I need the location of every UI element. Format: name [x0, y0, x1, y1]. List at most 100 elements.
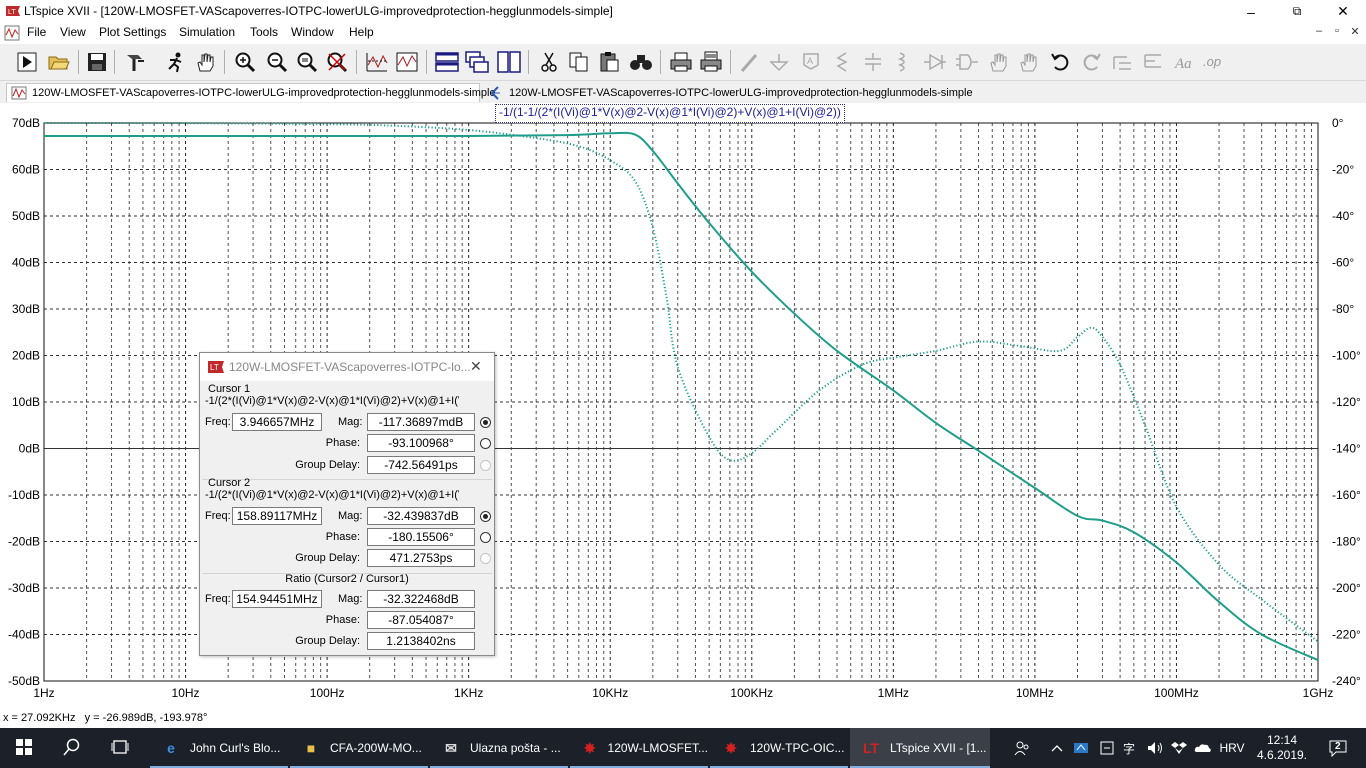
- ratio-phase-field[interactable]: -87.054087°: [367, 611, 475, 629]
- zoom-fit-icon[interactable]: [294, 49, 320, 75]
- zoom-out-icon[interactable]: [264, 49, 290, 75]
- wire-icon[interactable]: [736, 49, 762, 75]
- waveform-doc-icon[interactable]: [4, 25, 20, 41]
- cursor1-mag-radio[interactable]: [480, 417, 491, 428]
- rotate-icon[interactable]: [1110, 49, 1136, 75]
- dropbox-icon[interactable]: [1168, 728, 1190, 768]
- cursor1-freq-field[interactable]: 3.946657MHz: [232, 413, 322, 431]
- cut-icon[interactable]: [536, 49, 562, 75]
- search-button[interactable]: [48, 728, 96, 768]
- cursor-window-title: 120W-LMOSFET-VAScapoverres-IOTPC-lo...: [229, 360, 471, 374]
- taskbar-app-button[interactable]: ✸ 120W-TPC-OIC...: [710, 728, 848, 768]
- ime-icon[interactable]: 字: [1120, 728, 1142, 768]
- taskbar-app-button[interactable]: e John Curl's Blo...: [150, 728, 288, 768]
- start-button[interactable]: [0, 728, 48, 768]
- zoom-in-icon[interactable]: [232, 49, 258, 75]
- print-icon[interactable]: [668, 49, 694, 75]
- x-axis-tick-label: 1GHz: [1303, 686, 1334, 700]
- cursor2-mag-radio[interactable]: [480, 511, 491, 522]
- trace-expression-label[interactable]: -1/(1-1/(2*(I(Vi)@1*V(x)@2-V(x)@1*I(Vi)@…: [495, 104, 845, 123]
- cursor1-mag-field[interactable]: -117.36897mdB: [367, 413, 475, 431]
- redo-icon[interactable]: [1078, 49, 1104, 75]
- menu-window[interactable]: Window: [291, 25, 334, 39]
- close-button[interactable]: ✕: [1320, 0, 1366, 23]
- cursor-readout-window[interactable]: LT 120W-LMOSFET-VAScapoverres-IOTPC-lo..…: [199, 352, 495, 656]
- notifications-button[interactable]: 2: [1318, 728, 1358, 768]
- cursor1-phase-radio[interactable]: [480, 438, 491, 449]
- taskbar-app-button[interactable]: ✸ 120W-LMOSFET...: [570, 728, 708, 768]
- tile-vertical-icon[interactable]: [496, 49, 522, 75]
- minimize-button[interactable]: –: [1228, 0, 1274, 23]
- ratio-freq-field[interactable]: 154.94451MHz: [232, 590, 322, 608]
- label-icon[interactable]: A: [798, 49, 824, 75]
- maximize-button[interactable]: ⧉: [1274, 0, 1320, 23]
- control-panel-icon[interactable]: [122, 49, 148, 75]
- cursor2-mag-field[interactable]: -32.439837dB: [367, 507, 475, 525]
- close-icon[interactable]: ✕: [470, 358, 482, 375]
- cursor2-group-delay-radio[interactable]: [480, 553, 491, 564]
- cursor1-phase-field[interactable]: -93.100968°: [367, 434, 475, 452]
- menu-file[interactable]: File: [27, 25, 46, 39]
- mdi-restore-button[interactable]: ▫: [1328, 25, 1346, 41]
- cursor2-header: Cursor 2: [208, 477, 251, 489]
- cursor2-group-delay-field[interactable]: 471.2753ps: [367, 549, 475, 567]
- cascade-icon[interactable]: [464, 49, 490, 75]
- text-icon[interactable]: Aa: [1172, 49, 1198, 75]
- task-view-icon: [111, 739, 129, 758]
- cursor1-group-delay-radio[interactable]: [480, 460, 491, 471]
- chevron-up-icon[interactable]: [1046, 728, 1068, 768]
- menu-view[interactable]: View: [60, 25, 86, 39]
- menu-simulation[interactable]: Simulation: [179, 25, 235, 39]
- ratio-group-delay-field[interactable]: 1.2138402ns: [367, 632, 475, 650]
- taskbar-app-label: Ulazna pošta - ...: [470, 741, 561, 755]
- undo-icon[interactable]: [1048, 49, 1074, 75]
- onedrive-icon[interactable]: [1192, 728, 1214, 768]
- menu-plot-settings[interactable]: Plot Settings: [99, 25, 166, 39]
- find-icon[interactable]: [628, 49, 654, 75]
- cursor2-phase-radio[interactable]: [480, 532, 491, 543]
- save-icon[interactable]: [84, 49, 110, 75]
- tab-waveform[interactable]: 120W-LMOSFET-VAScapoverres-IOTPC-lowerUL…: [6, 83, 496, 102]
- tile-horizontal-icon[interactable]: [434, 49, 460, 75]
- network-status-icon[interactable]: [1070, 728, 1092, 768]
- volume-icon[interactable]: [1144, 728, 1166, 768]
- copy-icon[interactable]: [566, 49, 592, 75]
- spice-directive-icon[interactable]: .op: [1202, 49, 1228, 75]
- cursor-window-titlebar[interactable]: LT 120W-LMOSFET-VAScapoverres-IOTPC-lo..…: [200, 353, 494, 381]
- mdi-close-button[interactable]: ✕: [1346, 25, 1364, 41]
- cursor2-phase-field[interactable]: -180.15506°: [367, 528, 475, 546]
- diode-icon[interactable]: [922, 49, 948, 75]
- ratio-mag-field[interactable]: -32.322468dB: [367, 590, 475, 608]
- open-icon[interactable]: [46, 49, 72, 75]
- inductor-icon[interactable]: [890, 49, 916, 75]
- ground-icon[interactable]: [766, 49, 792, 75]
- paste-icon[interactable]: [596, 49, 622, 75]
- capacitor-icon[interactable]: [860, 49, 886, 75]
- cursor2-freq-field[interactable]: 158.89117MHz: [232, 507, 322, 525]
- taskbar-app-button[interactable]: LT LTspice XVII - [1...: [850, 728, 990, 768]
- drag-icon[interactable]: [1016, 49, 1042, 75]
- resistor-icon[interactable]: [830, 49, 856, 75]
- waveform-icon[interactable]: [394, 49, 420, 75]
- autorange-icon[interactable]: [364, 49, 390, 75]
- clock[interactable]: 12:14 4.6.2019.: [1252, 728, 1312, 768]
- language-indicator[interactable]: HRV: [1216, 728, 1248, 768]
- mirror-icon[interactable]: [1140, 49, 1166, 75]
- tab-schematic[interactable]: 120W-LMOSFET-VAScapoverres-IOTPC-lowerUL…: [484, 83, 973, 102]
- print-setup-icon[interactable]: [698, 49, 724, 75]
- people-icon[interactable]: [1008, 728, 1036, 768]
- taskbar-app-button[interactable]: ✉ Ulazna pošta - ...: [430, 728, 568, 768]
- menu-tools[interactable]: Tools: [250, 25, 278, 39]
- menu-help[interactable]: Help: [349, 25, 374, 39]
- move-icon[interactable]: [986, 49, 1012, 75]
- halt-icon[interactable]: [162, 49, 188, 75]
- taskbar-app-button[interactable]: ■ CFA-200W-MO...: [290, 728, 428, 768]
- zoom-cancel-icon[interactable]: [324, 49, 350, 75]
- mdi-minimize-button[interactable]: –: [1310, 25, 1328, 41]
- cursor1-group-delay-field[interactable]: -742.56491ps: [367, 456, 475, 474]
- task-view-button[interactable]: [96, 728, 144, 768]
- component-icon[interactable]: [954, 49, 980, 75]
- pan-icon[interactable]: [192, 49, 218, 75]
- app-tray-icon[interactable]: [1096, 728, 1118, 768]
- run-icon[interactable]: [14, 49, 40, 75]
